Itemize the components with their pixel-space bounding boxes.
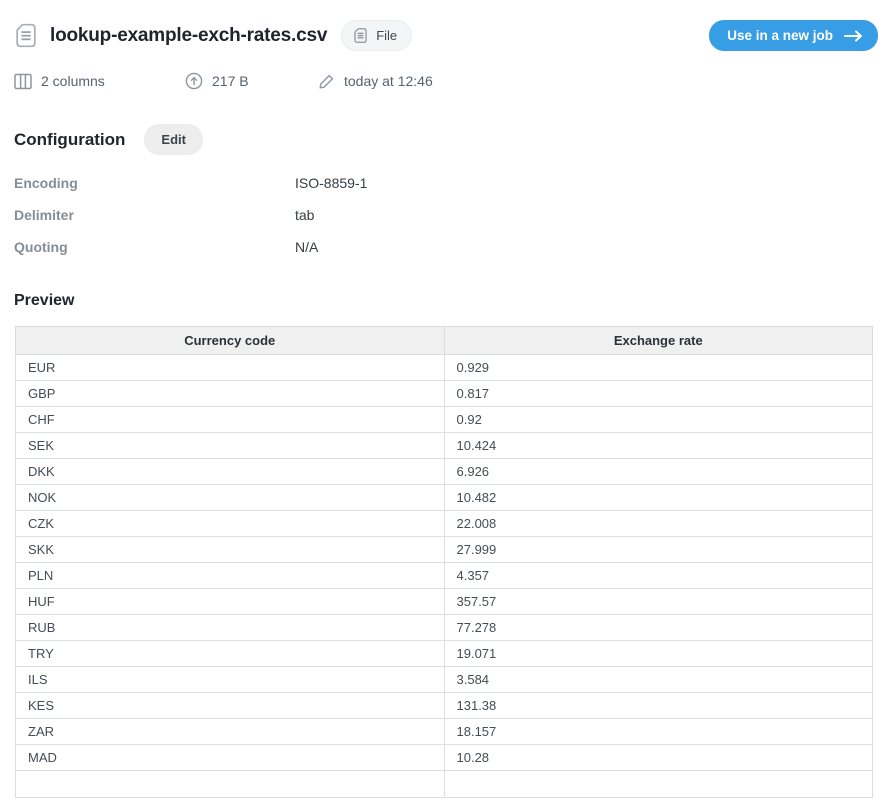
currency-code-cell: CHF (16, 407, 445, 433)
configuration-field-value: N/A (295, 240, 318, 255)
currency-code-cell: DKK (16, 459, 445, 485)
currency-code-cell: TRY (16, 641, 445, 667)
exchange-rate-cell: 10.424 (444, 433, 873, 459)
arrow-up-circle-icon (185, 72, 203, 90)
preview-title: Preview (14, 292, 884, 310)
currency-code-cell: KES (16, 693, 445, 719)
currency-code-cell (16, 771, 445, 798)
exchange-rate-cell: 19.071 (444, 641, 873, 667)
preview-table-header-row: Currency code Exchange rate (16, 327, 873, 355)
preview-table-partial (16, 771, 873, 798)
table-row: DKK 6.926 (16, 459, 873, 485)
table-row: TRY 19.071 (16, 641, 873, 667)
configuration-title: Configuration (14, 130, 125, 150)
exchange-rate-cell: 0.929 (444, 355, 873, 381)
configuration-field-label: Quoting (14, 240, 295, 255)
currency-code-cell: CZK (16, 511, 445, 537)
configuration-field-row: Delimiter tab (14, 208, 884, 223)
table-row: CHF 0.92 (16, 407, 873, 433)
preview-table-body: EUR 0.929 GBP 0.817 CHF 0.92 SEK 10.424 (16, 355, 873, 771)
table-row: SEK 10.424 (16, 433, 873, 459)
meta-size-label: 217 B (212, 73, 249, 89)
currency-code-cell: RUB (16, 615, 445, 641)
exchange-rate-cell (444, 771, 873, 798)
use-in-new-job-button[interactable]: Use in a new job (709, 20, 878, 51)
exchange-rate-cell: 77.278 (444, 615, 873, 641)
exchange-rate-cell: 6.926 (444, 459, 873, 485)
configuration-field-value: tab (295, 208, 314, 223)
preview-table-head: Currency code Exchange rate (16, 327, 873, 355)
exchange-rate-cell: 27.999 (444, 537, 873, 563)
currency-code-cell: PLN (16, 563, 445, 589)
column-header-exchange-rate: Exchange rate (444, 327, 873, 355)
currency-code-cell: EUR (16, 355, 445, 381)
configuration-field-value: ISO-8859-1 (295, 176, 367, 191)
configuration-header: Configuration Edit (14, 124, 884, 155)
table-row: CZK 22.008 (16, 511, 873, 537)
meta-modified-label: today at 12:46 (344, 73, 433, 89)
table-columns-icon (14, 73, 32, 90)
edit-configuration-button[interactable]: Edit (144, 124, 203, 155)
meta-columns-label: 2 columns (41, 73, 105, 89)
configuration-field-row: Encoding ISO-8859-1 (14, 176, 884, 191)
preview-section: Preview Currency code Exchange rate EUR … (0, 292, 884, 798)
column-header-currency-code: Currency code (16, 327, 445, 355)
exchange-rate-cell: 0.92 (444, 407, 873, 433)
table-row: HUF 357.57 (16, 589, 873, 615)
currency-code-cell: MAD (16, 745, 445, 771)
exchange-rate-cell: 131.38 (444, 693, 873, 719)
table-row: KES 131.38 (16, 693, 873, 719)
preview-table: Currency code Exchange rate EUR 0.929 GB… (15, 326, 873, 798)
file-document-icon (14, 22, 38, 49)
file-header: lookup-example-exch-rates.csv File Use i… (14, 20, 878, 51)
currency-code-cell: HUF (16, 589, 445, 615)
meta-columns: 2 columns (14, 73, 185, 90)
file-meta-row: 2 columns 217 B today at 12:46 (14, 72, 884, 90)
exchange-rate-cell: 22.008 (444, 511, 873, 537)
table-row: EUR 0.929 (16, 355, 873, 381)
exchange-rate-cell: 357.57 (444, 589, 873, 615)
file-type-badge-label: File (376, 28, 397, 43)
meta-modified: today at 12:46 (318, 73, 433, 90)
currency-code-cell: SEK (16, 433, 445, 459)
exchange-rate-cell: 10.482 (444, 485, 873, 511)
table-row: GBP 0.817 (16, 381, 873, 407)
exchange-rate-cell: 10.28 (444, 745, 873, 771)
configuration-section: Configuration Edit Encoding ISO-8859-1 D… (0, 124, 884, 255)
table-row: MAD 10.28 (16, 745, 873, 771)
configuration-field-row: Quoting N/A (14, 240, 884, 255)
exchange-rate-cell: 0.817 (444, 381, 873, 407)
meta-size: 217 B (185, 72, 318, 90)
configuration-field-label: Delimiter (14, 208, 295, 223)
badge-document-icon (353, 27, 368, 44)
currency-code-cell: NOK (16, 485, 445, 511)
currency-code-cell: GBP (16, 381, 445, 407)
currency-code-cell: ZAR (16, 719, 445, 745)
configuration-fields: Encoding ISO-8859-1 Delimiter tab Quotin… (14, 176, 884, 255)
exchange-rate-cell: 4.357 (444, 563, 873, 589)
use-in-new-job-label: Use in a new job (727, 28, 833, 43)
currency-code-cell: ILS (16, 667, 445, 693)
table-row: ZAR 18.157 (16, 719, 873, 745)
currency-code-cell: SKK (16, 537, 445, 563)
table-row: SKK 27.999 (16, 537, 873, 563)
file-type-badge: File (341, 20, 412, 51)
table-row: RUB 77.278 (16, 615, 873, 641)
arrow-right-icon (844, 30, 863, 42)
table-row: NOK 10.482 (16, 485, 873, 511)
table-row: ILS 3.584 (16, 667, 873, 693)
exchange-rate-cell: 18.157 (444, 719, 873, 745)
exchange-rate-cell: 3.584 (444, 667, 873, 693)
page-title: lookup-example-exch-rates.csv (50, 25, 327, 47)
configuration-field-label: Encoding (14, 176, 295, 191)
table-row-partial (16, 771, 873, 798)
table-row: PLN 4.357 (16, 563, 873, 589)
pencil-icon (318, 73, 335, 90)
